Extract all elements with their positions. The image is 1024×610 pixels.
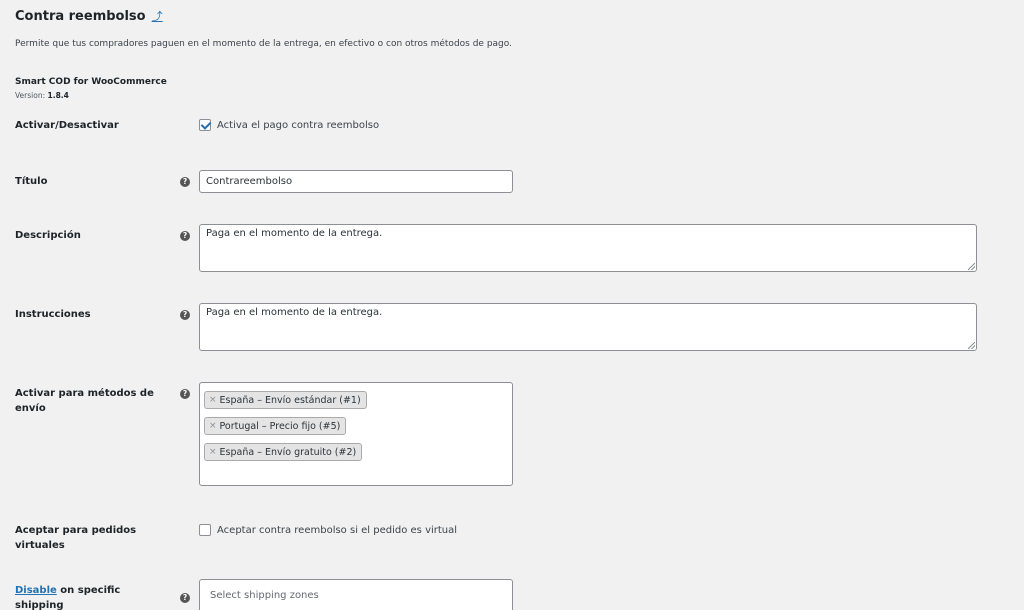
enable-label: Activar/Desactivar [15, 120, 119, 131]
enable-checkbox-row[interactable]: Activa el pago contra reembolso [199, 119, 379, 131]
plugin-name: Smart COD for WooCommerce [15, 77, 167, 87]
instructions-label: Instrucciones [15, 309, 91, 320]
title-label: Título [15, 176, 48, 187]
enable-checkbox[interactable] [199, 119, 211, 131]
shipping-method-tag[interactable]: × España – Envío gratuito (#2) [204, 443, 363, 461]
shipping-method-tag-label: España – Envío estándar (#1) [219, 394, 361, 406]
section-title: Contra reembolso ⤴ [15, 8, 163, 24]
shipping-zones-select[interactable]: Select shipping zones [199, 579, 513, 610]
shipping-methods-label: Activar para métodos de envío [15, 388, 154, 414]
shipping-method-tag-label: Portugal – Precio fijo (#5) [219, 420, 341, 432]
shipping-method-tag[interactable]: × Portugal – Precio fijo (#5) [204, 417, 347, 435]
plugin-version-label: Version: [15, 91, 46, 100]
remove-tag-icon[interactable]: × [209, 421, 217, 431]
resize-handle-icon[interactable] [968, 263, 975, 270]
description-value: Paga en el momento de la entrega. [206, 228, 383, 239]
enable-checkbox-label[interactable]: Activa el pago contra reembolso [217, 120, 379, 131]
virtual-checkbox-label[interactable]: Aceptar contra reembolso si el pedido es… [217, 525, 457, 536]
instructions-textarea[interactable]: Paga en el momento de la entrega. [199, 303, 977, 351]
shipping-method-tag[interactable]: × España – Envío estándar (#1) [204, 391, 367, 409]
resize-handle-icon[interactable] [968, 342, 975, 349]
virtual-orders-label-line1: Aceptar para pedidos [15, 525, 137, 536]
plugin-version-number: 1.8.4 [47, 91, 69, 100]
description-label: Descripción [15, 230, 81, 241]
shipping-zones-placeholder: Select shipping zones [210, 589, 319, 601]
shipping-methods-select[interactable]: × España – Envío estándar (#1) × Portuga… [199, 382, 513, 486]
remove-tag-icon[interactable]: × [209, 395, 217, 405]
disable-zones-link[interactable]: Disable [15, 585, 57, 596]
help-icon[interactable]: ? [180, 177, 190, 187]
virtual-orders-label-line2: virtuales [15, 540, 65, 551]
arrow-up-icon[interactable]: ⤴ [152, 8, 163, 24]
help-icon[interactable]: ? [180, 310, 190, 320]
remove-tag-icon[interactable]: × [209, 447, 217, 457]
help-icon[interactable]: ? [180, 231, 190, 241]
disable-zones-label: Disable on specific shipping zones [15, 583, 165, 610]
title-input[interactable]: Contrareembolso [199, 170, 513, 193]
help-icon[interactable]: ? [180, 389, 190, 399]
virtual-checkbox[interactable] [199, 524, 211, 536]
virtual-checkbox-row[interactable]: Aceptar contra reembolso si el pedido es… [199, 524, 457, 536]
shipping-method-tag-label: España – Envío gratuito (#2) [219, 446, 357, 458]
virtual-orders-label: Aceptar para pedidos virtuales [15, 523, 165, 553]
help-icon[interactable]: ? [180, 593, 190, 603]
section-title-text: Contra reembolso [15, 8, 146, 24]
description-textarea[interactable]: Paga en el momento de la entrega. [199, 224, 977, 272]
instructions-value: Paga en el momento de la entrega. [206, 307, 383, 318]
plugin-version: Version: 1.8.4 [15, 91, 69, 100]
section-description: Permite que tus compradores paguen en el… [15, 39, 512, 49]
